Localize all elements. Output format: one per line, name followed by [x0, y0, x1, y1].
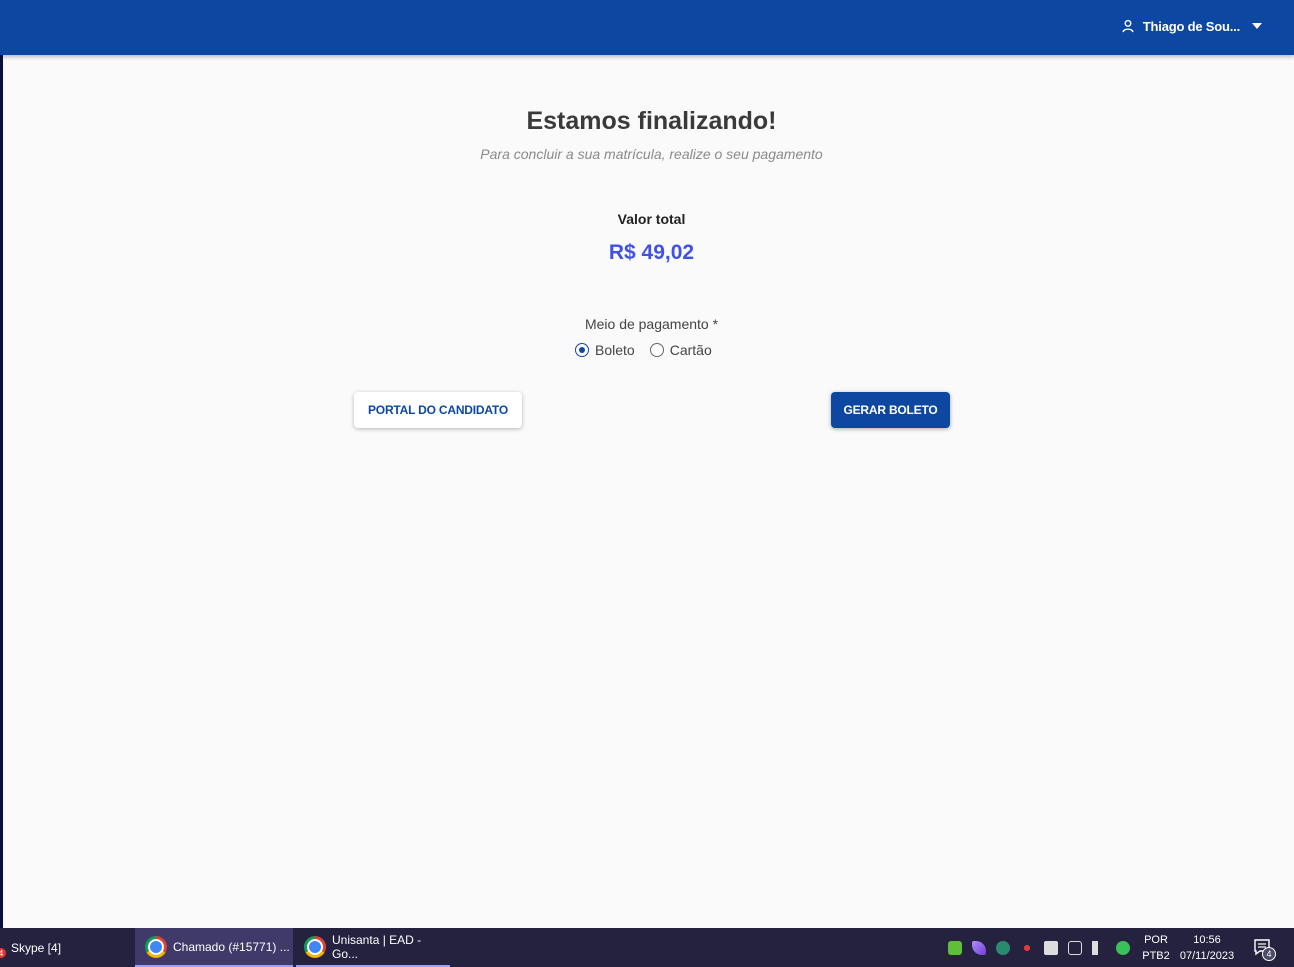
sync-icon[interactable]	[1116, 940, 1130, 955]
language-code: POR	[1144, 934, 1168, 946]
radio-boleto-label: Boleto	[595, 342, 635, 358]
clock-date: 07/11/2023	[1179, 950, 1235, 962]
radio-cartao[interactable]: Cartão	[649, 342, 712, 358]
taskbar-chamado-label: Chamado (#15771) ...	[173, 939, 290, 954]
notification-badge: 4	[0, 948, 6, 958]
radio-boleto[interactable]: Boleto	[575, 342, 635, 358]
gerar-boleto-button[interactable]: GERAR BOLETO	[831, 392, 950, 428]
user-menu[interactable]: Thiago de Sou...	[1121, 16, 1262, 36]
caret-down-icon[interactable]	[1252, 23, 1262, 29]
total-label: Valor total	[617, 211, 686, 227]
user-name: Thiago de Sou...	[1142, 18, 1240, 34]
taskbar-chrome-unisanta[interactable]: Unisanta | EAD - Go...	[296, 928, 450, 967]
top-app-bar: Thiago de Sou...	[0, 0, 1294, 55]
radio-cartao-label: Cartão	[669, 342, 712, 358]
system-tray	[948, 928, 1140, 967]
radio-unchecked-icon[interactable]	[649, 343, 664, 357]
page-subtitle: Para concluir a sua matrícula, realize o…	[480, 146, 823, 162]
notification-count-badge: 4	[1262, 947, 1276, 961]
chrome-icon	[304, 935, 326, 958]
keyboard-layout: PTB2	[1142, 950, 1170, 962]
volume-icon[interactable]	[1092, 940, 1106, 955]
taskbar: 4 Skype [4] Chamado (#15771) ... Unisant…	[0, 928, 1294, 967]
radio-checked-icon[interactable]	[575, 343, 589, 357]
dots-icon[interactable]	[1020, 940, 1034, 955]
input-language[interactable]: POR PTB2	[1141, 932, 1171, 964]
security-warning-icon[interactable]	[1044, 940, 1058, 955]
window-edge	[0, 55, 3, 928]
portal-candidato-button[interactable]: PORTAL DO CANDIDATO	[354, 392, 522, 428]
payment-method-group: Boleto Cartão	[575, 342, 712, 358]
app-icon[interactable]	[996, 940, 1010, 955]
taskbar-chrome-chamado[interactable]: Chamado (#15771) ...	[135, 928, 293, 967]
chrome-icon	[145, 935, 167, 958]
network-icon[interactable]	[1068, 940, 1082, 955]
page-title: Estamos finalizando!	[526, 107, 777, 135]
taskbar-skype-label: Skype [4]	[11, 940, 62, 955]
shield-check-icon[interactable]	[948, 940, 962, 955]
taskbar-skype[interactable]: 4 Skype [4]	[0, 928, 132, 967]
taskbar-unisanta-label: Unisanta | EAD - Go...	[332, 932, 422, 961]
clock[interactable]: 10:56 07/11/2023	[1176, 932, 1238, 964]
clock-time: 10:56	[1193, 934, 1221, 946]
total-value: R$ 49,02	[608, 241, 695, 264]
payment-method-label: Meio de pagamento *	[584, 316, 719, 332]
person-outline-icon	[1122, 19, 1134, 33]
feather-icon[interactable]	[972, 940, 986, 955]
app-window: Thiago de Sou... Estamos finalizando! Pa…	[0, 0, 1294, 928]
